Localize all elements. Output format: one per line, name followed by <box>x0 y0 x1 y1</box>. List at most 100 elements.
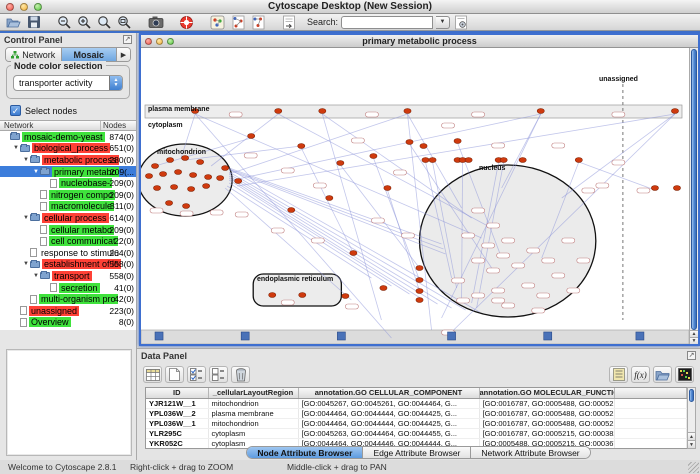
scroll-up-icon[interactable]: ▲ <box>690 330 698 337</box>
expander-icon[interactable]: ▼ <box>22 215 30 221</box>
tree-row[interactable]: response to stimulu264(0) <box>0 247 136 259</box>
graph-node[interactable] <box>416 298 423 303</box>
graph-node-label[interactable] <box>512 263 525 268</box>
graph-node[interactable] <box>222 166 229 171</box>
graph-node-label[interactable] <box>532 308 545 313</box>
graph-node-label[interactable] <box>492 288 505 293</box>
col-go-cellular-component[interactable]: annotation.GO CELLULAR_COMPONENT <box>298 388 479 398</box>
zoom-selected-button[interactable] <box>115 15 134 30</box>
graph-node-label[interactable] <box>244 153 257 158</box>
select-nodes-checkbox[interactable]: ✓ <box>10 105 21 116</box>
scrollbar-thumb[interactable] <box>691 49 697 330</box>
graph-node[interactable] <box>269 293 276 298</box>
graph-node[interactable] <box>151 164 158 169</box>
band-node-cluster[interactable] <box>241 332 249 340</box>
graph-node-label[interactable] <box>210 210 223 215</box>
graph-node-label[interactable] <box>492 143 505 148</box>
graph-node-label[interactable] <box>401 233 414 238</box>
graph-node-label[interactable] <box>180 211 193 216</box>
graph-node[interactable] <box>429 158 436 163</box>
graph-node[interactable] <box>159 172 166 177</box>
tree-row[interactable]: ▼biological_process651(0) <box>0 143 136 155</box>
graph-node[interactable] <box>406 140 413 145</box>
tree-row[interactable]: secretion41(0) <box>0 282 136 294</box>
graph-node[interactable] <box>326 196 333 201</box>
graph-node[interactable] <box>174 170 181 175</box>
tree-row[interactable]: ▼primary metabo209(... <box>0 166 136 178</box>
graph-node-label[interactable] <box>472 293 485 298</box>
tab-edge-attribute-browser[interactable]: Edge Attribute Browser <box>363 447 471 458</box>
attribute-list-button[interactable] <box>609 366 628 383</box>
search-dropdown-button[interactable]: ▼ <box>436 16 450 29</box>
table-scroll-up-icon[interactable]: ▲ <box>688 432 695 440</box>
select-all-attributes-button[interactable] <box>187 366 206 383</box>
graph-node[interactable] <box>651 186 658 191</box>
graph-node-label[interactable] <box>582 188 595 193</box>
graph-node-label[interactable] <box>542 258 555 263</box>
graph-node[interactable] <box>575 158 582 163</box>
graph-node[interactable] <box>380 286 387 291</box>
network-window-titlebar[interactable]: primary metabolic process <box>141 35 698 48</box>
birds-eye-view[interactable] <box>6 349 132 456</box>
float-data-panel-icon[interactable]: ↗ <box>687 351 696 360</box>
graph-node-label[interactable] <box>527 248 540 253</box>
graph-node-label[interactable] <box>482 243 495 248</box>
tree-row[interactable]: ▼transport558(0) <box>0 270 136 282</box>
graph-node-label[interactable] <box>502 238 515 243</box>
table-row[interactable]: YJR121W__1mitochondrion[GO:0045267, GO:0… <box>146 398 687 408</box>
graph-node[interactable] <box>288 208 295 213</box>
graph-node-label[interactable] <box>365 112 378 117</box>
zoom-fit-button[interactable] <box>95 15 114 30</box>
graph-node[interactable] <box>187 187 194 192</box>
graph-node[interactable] <box>170 185 177 190</box>
graph-node-label[interactable] <box>472 112 485 117</box>
graph-node-label[interactable] <box>472 258 485 263</box>
graph-node-label[interactable] <box>271 228 284 233</box>
delete-attribute-button[interactable] <box>231 366 250 383</box>
graph-node[interactable] <box>370 154 377 159</box>
graph-node[interactable] <box>420 144 427 149</box>
graph-node[interactable] <box>454 139 461 144</box>
expander-icon[interactable]: ▼ <box>32 169 40 175</box>
graph-node[interactable] <box>319 109 326 114</box>
table-row[interactable]: YPL036W__2plasma membrane[GO:0044464, GO… <box>146 408 687 418</box>
graph-node-label[interactable] <box>229 112 242 117</box>
tree-row[interactable]: nitrogen compo209(0) <box>0 189 136 201</box>
graph-node[interactable] <box>299 293 306 298</box>
graph-node[interactable] <box>416 278 423 283</box>
network-overview-button[interactable] <box>208 15 227 30</box>
graph-node[interactable] <box>673 186 680 191</box>
import-attributes-button[interactable] <box>653 366 672 383</box>
layout-button-1[interactable] <box>228 15 247 30</box>
graph-node-label[interactable] <box>235 212 248 217</box>
table-vertical-scrollbar[interactable]: ▲ ▼ <box>687 387 696 449</box>
graph-node[interactable] <box>248 134 255 139</box>
network-canvas[interactable]: plasma membrane cytoplasm mitochondrion … <box>141 48 689 344</box>
tab-overflow-button[interactable]: ▶ <box>117 48 130 61</box>
new-attribute-button[interactable] <box>165 366 184 383</box>
graph-node-label[interactable] <box>281 300 294 305</box>
graph-node[interactable] <box>203 184 210 189</box>
graph-node-label[interactable] <box>552 273 565 278</box>
tree-row[interactable]: ▼cellular process614(0) <box>0 212 136 224</box>
annotation-button[interactable] <box>279 15 298 30</box>
graph-node-label[interactable] <box>311 238 324 243</box>
graph-node[interactable] <box>342 294 349 299</box>
tab-network[interactable]: Network <box>6 48 62 61</box>
col-cellular-layout-region[interactable]: _cellularLayoutRegion <box>208 388 298 398</box>
graph-node[interactable] <box>165 201 172 206</box>
attribute-matrix-button[interactable] <box>675 366 694 383</box>
graph-node[interactable] <box>205 175 212 180</box>
tree-row[interactable]: ▼metabolic process280(0) <box>0 154 136 166</box>
search-config-button[interactable] <box>451 15 470 30</box>
graph-node[interactable] <box>337 161 344 166</box>
graph-node-label[interactable] <box>462 233 475 238</box>
graph-node[interactable] <box>166 158 173 163</box>
graph-node-label[interactable] <box>393 170 406 175</box>
graph-node[interactable] <box>537 109 544 114</box>
expander-icon[interactable]: ▼ <box>22 157 30 163</box>
open-file-button[interactable] <box>4 15 23 30</box>
tree-row[interactable]: cellular metabo209(0) <box>0 224 136 236</box>
graph-node-label[interactable] <box>492 298 505 303</box>
graph-node-label[interactable] <box>371 218 384 223</box>
